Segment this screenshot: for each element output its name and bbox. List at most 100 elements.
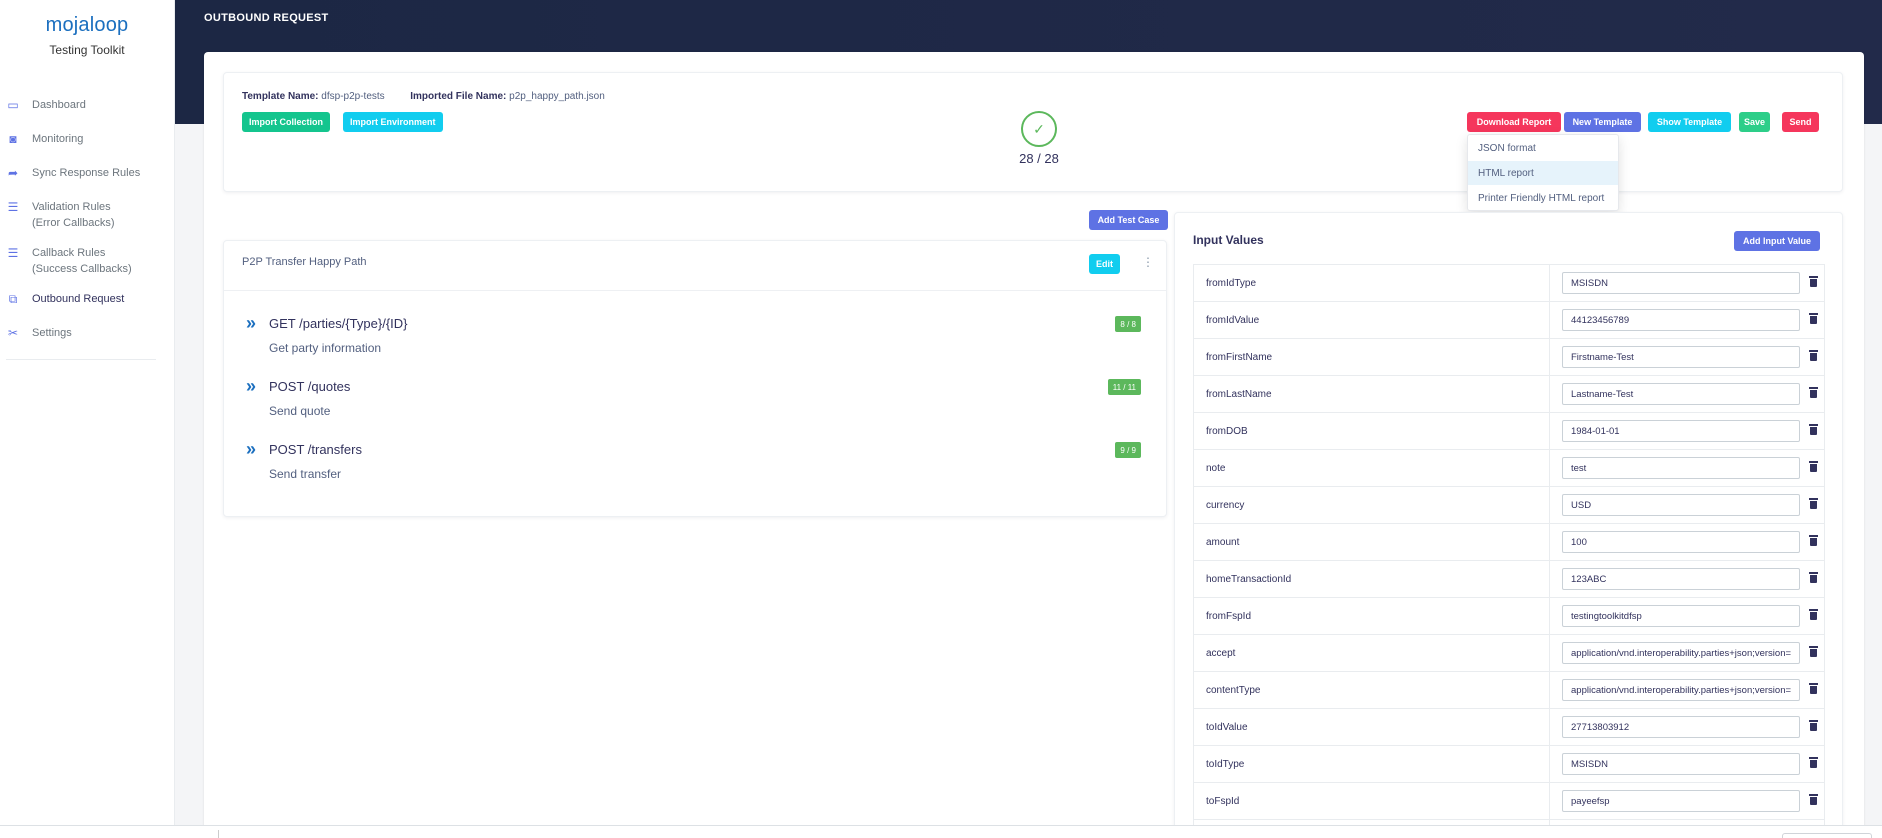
input-value-field[interactable] (1562, 383, 1800, 405)
add-input-value-button[interactable]: Add Input Value (1734, 231, 1820, 251)
input-value-cell (1549, 708, 1825, 746)
download-report-menu: JSON format HTML report Printer Friendly H… (1467, 134, 1619, 211)
sidebar-item-label: Outbound Request (32, 291, 124, 307)
input-value-field[interactable] (1562, 605, 1800, 627)
sidebar-item-text: Validation Rules (32, 201, 111, 213)
input-key: fromFirstName (1193, 338, 1550, 376)
input-key: amount (1193, 523, 1550, 561)
brand-subtitle: Testing Toolkit (49, 43, 125, 57)
request-description: Get party information (269, 341, 382, 355)
trash-icon[interactable] (1809, 461, 1818, 472)
bottom-scrollbar[interactable] (0, 825, 1882, 838)
test-case-title: P2P Transfer Happy Path (242, 256, 367, 268)
edit-button[interactable]: Edit (1089, 254, 1120, 274)
trash-icon[interactable] (1809, 387, 1818, 398)
test-case-card: P2P Transfer Happy Path Edit ⋮ » GET /par… (223, 240, 1167, 517)
input-key: accept (1193, 634, 1550, 672)
request-item[interactable]: » GET /parties/{Type}/{ID} Get party infor… (224, 313, 1168, 363)
trash-icon[interactable] (1809, 535, 1818, 546)
input-value-field[interactable] (1562, 716, 1800, 738)
input-value-field[interactable] (1562, 346, 1800, 368)
add-test-case-button[interactable]: Add Test Case (1089, 210, 1168, 230)
table-row: fromFirstName (1193, 338, 1825, 376)
sidebar-item-outbound-request[interactable]: ⧉ Outbound Request (0, 291, 174, 307)
double-chevron-right-icon[interactable]: » (246, 313, 256, 334)
sidebar-item-dashboard[interactable]: ▭ Dashboard (0, 97, 174, 113)
input-value-field[interactable] (1562, 531, 1800, 553)
table-row: note (1193, 449, 1825, 487)
trash-icon[interactable] (1809, 572, 1818, 583)
table-row: fromDOB (1193, 412, 1825, 450)
imported-file-value: p2p_happy_path.json (509, 91, 605, 102)
input-value-field[interactable] (1562, 790, 1800, 812)
input-value-field[interactable] (1562, 420, 1800, 442)
double-chevron-right-icon[interactable]: » (246, 439, 256, 460)
table-row: amount (1193, 523, 1825, 561)
sidebar-item-monitoring[interactable]: ◙ Monitoring (0, 131, 174, 147)
input-value-field[interactable] (1562, 272, 1800, 294)
trash-icon[interactable] (1809, 424, 1818, 435)
input-value-field[interactable] (1562, 457, 1800, 479)
import-environment-button[interactable]: Import Environment (343, 112, 443, 132)
request-method: GET /parties/{Type}/{ID} (269, 316, 408, 331)
request-result-badge: 8 / 8 (1115, 316, 1141, 332)
page-title: OUTBOUND REQUEST (204, 12, 329, 24)
sidebar-item-text: Settings (32, 327, 72, 339)
input-value-cell (1549, 486, 1825, 524)
trash-icon[interactable] (1809, 683, 1818, 694)
new-template-button[interactable]: New Template (1564, 112, 1641, 132)
check-icon: ✓ (1021, 111, 1057, 147)
sidebar-item-label: Validation Rules (Error Callbacks) (32, 199, 115, 231)
menu-item-html-report[interactable]: HTML report (1468, 161, 1618, 185)
double-chevron-right-icon[interactable]: » (246, 376, 256, 397)
trash-icon[interactable] (1809, 757, 1818, 768)
input-value-cell (1549, 560, 1825, 598)
menu-item-printer-friendly-html-report[interactable]: Printer Friendly HTML report (1468, 186, 1618, 210)
trash-icon[interactable] (1809, 276, 1818, 287)
trash-icon[interactable] (1809, 646, 1818, 657)
template-info: Template Name: dfsp-p2p-tests Imported F… (242, 91, 605, 102)
show-template-button[interactable]: Show Template (1648, 112, 1731, 132)
mojaloop-logo[interactable]: mojaloop (0, 14, 174, 37)
sidebar-item-label: Callback Rules (Success Callbacks) (32, 245, 132, 277)
input-value-field[interactable] (1562, 568, 1800, 590)
save-button[interactable]: Save (1739, 112, 1770, 132)
sidebar-item-text: Callback Rules (32, 247, 106, 259)
table-row: accept (1193, 634, 1825, 672)
input-value-field[interactable] (1562, 309, 1800, 331)
sidebar-nav: ▭ Dashboard ◙ Monitoring ➦ Sync Response Rule… (0, 97, 174, 341)
input-value-field[interactable] (1562, 679, 1800, 701)
sidebar-item-text: Dashboard (32, 99, 86, 111)
trash-icon[interactable] (1809, 498, 1818, 509)
trash-icon[interactable] (1809, 313, 1818, 324)
input-key: fromDOB (1193, 412, 1550, 450)
sidebar-item-validation-rules[interactable]: ☰ Validation Rules (Error Callbacks) (0, 199, 174, 231)
test-case-header: P2P Transfer Happy Path Edit ⋮ (224, 241, 1166, 291)
sidebar-item-sync-response-rules[interactable]: ➦ Sync Response Rules (0, 165, 174, 181)
sidebar-item-callback-rules[interactable]: ☰ Callback Rules (Success Callbacks) (0, 245, 174, 277)
input-value-field[interactable] (1562, 642, 1800, 664)
request-item[interactable]: » POST /transfers Send transfer 9 / 9 (224, 439, 1168, 489)
share-icon: ➦ (7, 166, 19, 180)
input-value-cell (1549, 782, 1825, 820)
more-options-icon[interactable]: ⋮ (1142, 255, 1154, 269)
input-value-cell (1549, 375, 1825, 413)
trash-icon[interactable] (1809, 720, 1818, 731)
import-collection-button[interactable]: Import Collection (242, 112, 330, 132)
download-report-button[interactable]: Download Report (1467, 112, 1561, 132)
sidebar-item-settings[interactable]: ✂ Settings (0, 325, 174, 341)
request-item[interactable]: » POST /quotes Send quote 11 / 11 (224, 376, 1168, 426)
table-row: fromIdValue (1193, 301, 1825, 339)
table-row: toFspId (1193, 782, 1825, 820)
request-result-badge: 11 / 11 (1107, 379, 1141, 395)
list-icon: ☰ (7, 200, 19, 214)
input-key: fromFspId (1193, 597, 1550, 635)
trash-icon[interactable] (1809, 794, 1818, 805)
input-value-field[interactable] (1562, 753, 1800, 775)
menu-item-json-format[interactable]: JSON format (1468, 136, 1618, 160)
input-value-cell (1549, 745, 1825, 783)
trash-icon[interactable] (1809, 350, 1818, 361)
trash-icon[interactable] (1809, 609, 1818, 620)
send-button[interactable]: Send (1782, 112, 1819, 132)
input-value-field[interactable] (1562, 494, 1800, 516)
